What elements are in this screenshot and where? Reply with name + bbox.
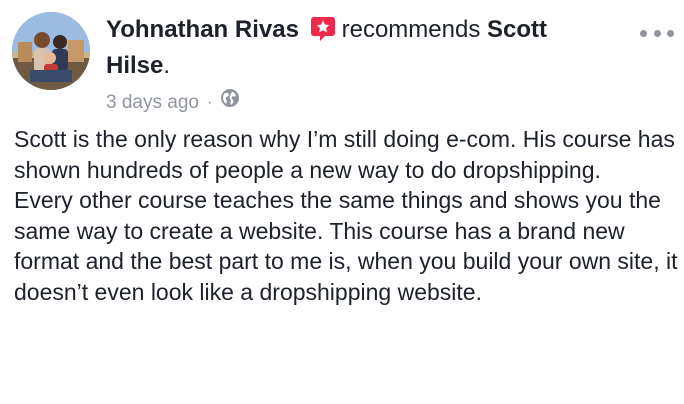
author-name[interactable]: Yohnathan Rivas [106, 16, 299, 43]
recommends-label: recommends [341, 16, 481, 43]
target-name-first[interactable]: Scott [487, 16, 547, 43]
ellipsis-dot [667, 29, 674, 37]
post-paragraph: Every other course teaches the same thin… [14, 187, 678, 305]
ellipsis-icon [640, 29, 647, 37]
post-meta: 3 days ago · [106, 88, 240, 117]
avatar[interactable] [12, 12, 90, 90]
star-badge-icon [310, 16, 336, 50]
target-suffix: . [163, 52, 171, 79]
meta-separator: · [206, 93, 213, 111]
globe-icon[interactable] [220, 88, 240, 117]
ellipsis-dot [653, 29, 661, 37]
timestamp[interactable]: 3 days ago [106, 89, 199, 117]
post-header: Yohnathan Rivas recommends Scott Hilse. [106, 14, 626, 81]
recommendation-post: Yohnathan Rivas recommends Scott Hilse. 3… [0, 0, 684, 404]
post-paragraph: Scott is the only reason why I’m still d… [14, 126, 675, 183]
more-options-button[interactable] [640, 24, 674, 42]
avatar-photo [12, 12, 90, 90]
target-name-last[interactable]: Hilse [106, 52, 163, 79]
post-body: Scott is the only reason why I’m still d… [14, 124, 678, 307]
